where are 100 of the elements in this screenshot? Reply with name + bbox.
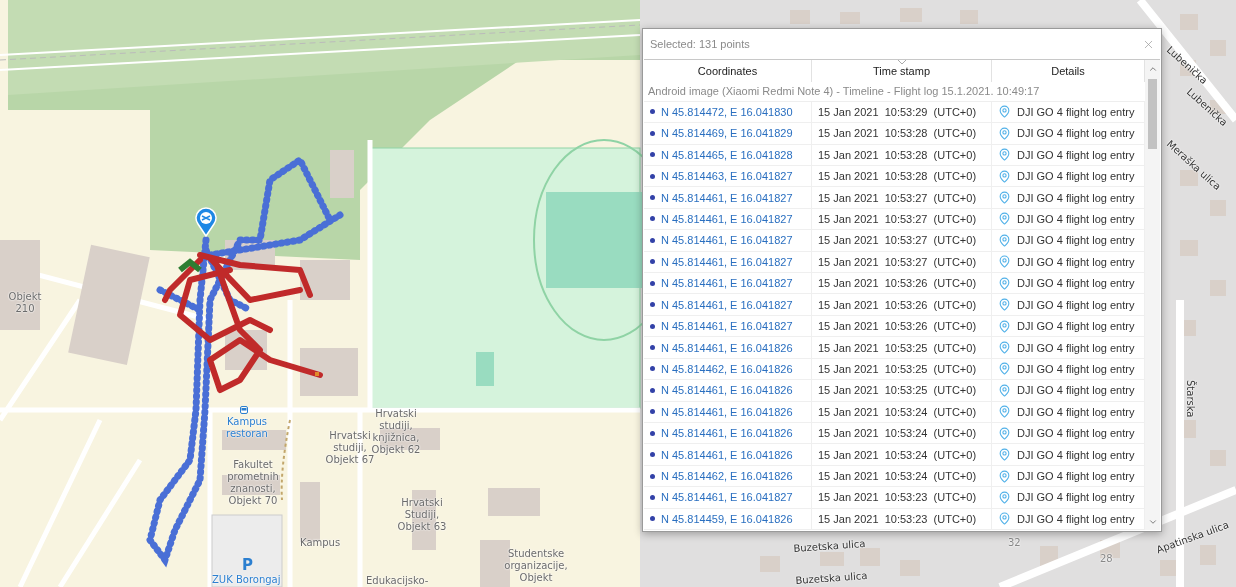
location-pin-icon	[998, 255, 1011, 269]
coordinates-link[interactable]: N 45.814461, E 16.041827	[661, 212, 793, 225]
location-pin-icon	[998, 233, 1011, 247]
location-pin-icon	[998, 191, 1011, 205]
timestamp-cell: 15 Jan 2021 10:53:27 (UTC+0)	[818, 191, 977, 204]
details-cell: DJI GO 4 flight log entry	[1017, 362, 1135, 375]
coordinates-link[interactable]: N 45.814461, E 16.041826	[661, 341, 793, 354]
coordinates-link[interactable]: N 45.814461, E 16.041826	[661, 427, 793, 440]
location-pin-icon	[998, 276, 1011, 290]
point-dot-icon	[650, 109, 655, 115]
street-label: Buzetska ulica	[795, 569, 868, 587]
coordinates-link[interactable]: N 45.814461, E 16.041827	[661, 320, 793, 333]
timestamp-cell: 15 Jan 2021 10:53:24 (UTC+0)	[818, 427, 977, 440]
details-cell: DJI GO 4 flight log entry	[1017, 448, 1135, 461]
details-cell: DJI GO 4 flight log entry	[1017, 384, 1135, 397]
timestamp-cell: 15 Jan 2021 10:53:28 (UTC+0)	[818, 170, 977, 183]
drone-marker-icon[interactable]	[195, 207, 217, 237]
details-cell: DJI GO 4 flight log entry	[1017, 170, 1135, 183]
parking-sign: P	[242, 556, 253, 574]
coordinates-link[interactable]: N 45.814461, E 16.041827	[661, 277, 793, 290]
coordinates-link[interactable]: N 45.814461, E 16.041826	[661, 405, 793, 418]
group-header: Android image (Xiaomi Redmi Note 4) - Timeline - Flight log 15.1.2021. 10:49:17	[644, 81, 1145, 102]
coordinates-link[interactable]: N 45.814465, E 16.041828	[661, 148, 793, 161]
timestamp-cell: 15 Jan 2021 10:53:24 (UTC+0)	[818, 448, 977, 461]
details-cell: DJI GO 4 flight log entry	[1017, 191, 1135, 204]
coordinates-link[interactable]: N 45.814462, E 16.041826	[661, 362, 793, 375]
coordinates-link[interactable]: N 45.814461, E 16.041826	[661, 384, 793, 397]
house-number: 28	[1100, 553, 1113, 565]
coordinates-link[interactable]: N 45.814461, E 16.041827	[661, 255, 793, 268]
details-cell: DJI GO 4 flight log entry	[1017, 234, 1135, 247]
point-dot-icon	[650, 366, 655, 372]
location-pin-icon	[998, 383, 1011, 397]
sort-caret-icon	[896, 60, 907, 65]
timestamp-cell: 15 Jan 2021 10:53:28 (UTC+0)	[818, 127, 977, 140]
point-dot-icon	[650, 216, 655, 222]
point-dot-icon	[650, 409, 655, 415]
timestamp-cell: 15 Jan 2021 10:53:24 (UTC+0)	[818, 405, 977, 418]
popup-title: Selected: 131 points	[650, 38, 750, 50]
details-cell: DJI GO 4 flight log entry	[1017, 277, 1135, 290]
point-dot-icon	[650, 516, 655, 522]
timestamp-cell: 15 Jan 2021 10:53:26 (UTC+0)	[818, 277, 977, 290]
timestamp-cell: 15 Jan 2021 10:53:23 (UTC+0)	[818, 512, 977, 525]
location-pin-icon	[998, 298, 1011, 312]
timestamp-cell: 15 Jan 2021 10:53:25 (UTC+0)	[818, 384, 977, 397]
place-label: Studentske organizacije, Objekt	[503, 548, 569, 584]
timestamp-cell: 15 Jan 2021 10:53:27 (UTC+0)	[818, 234, 977, 247]
coordinates-link[interactable]: N 45.814461, E 16.041827	[661, 234, 793, 247]
poi-label: Kampus restoran	[225, 416, 269, 440]
place-label: Objekt 210	[7, 291, 43, 315]
location-pin-icon	[998, 169, 1011, 183]
timestamp-cell: 15 Jan 2021 10:53:25 (UTC+0)	[818, 362, 977, 375]
timestamp-cell: 15 Jan 2021 10:53:28 (UTC+0)	[818, 148, 977, 161]
street-label: Buzetska ulica	[793, 537, 866, 555]
location-pin-icon	[998, 469, 1011, 483]
timestamp-cell: 15 Jan 2021 10:53:29 (UTC+0)	[818, 105, 977, 118]
scroll-thumb[interactable]	[1148, 79, 1157, 149]
coordinates-link[interactable]: N 45.814459, E 16.041826	[661, 512, 793, 525]
coordinates-link[interactable]: N 45.814461, E 16.041826	[661, 448, 793, 461]
coordinates-link[interactable]: N 45.814463, E 16.041827	[661, 170, 793, 183]
point-dot-icon	[650, 152, 655, 158]
timestamp-cell: 15 Jan 2021 10:53:26 (UTC+0)	[818, 298, 977, 311]
location-pin-icon	[998, 319, 1011, 333]
timestamp-cell: 15 Jan 2021 10:53:23 (UTC+0)	[818, 491, 977, 504]
point-dot-icon	[650, 473, 655, 479]
point-dot-icon	[650, 237, 655, 243]
coordinates-link[interactable]: N 45.814461, E 16.041827	[661, 491, 793, 504]
coordinates-link[interactable]: N 45.814461, E 16.041827	[661, 298, 793, 311]
place-label: Fakultet prometnih znanosti, Objekt 70	[226, 459, 280, 507]
details-cell: DJI GO 4 flight log entry	[1017, 405, 1135, 418]
point-dot-icon	[650, 345, 655, 350]
place-label: Edukacijsko-	[366, 575, 429, 587]
point-dot-icon	[650, 494, 655, 500]
poi-label: ZUK Borongaj	[212, 574, 281, 586]
coordinates-link[interactable]: N 45.814462, E 16.041826	[661, 470, 793, 483]
details-cell: DJI GO 4 flight log entry	[1017, 491, 1135, 504]
point-dot-icon	[650, 195, 655, 201]
details-cell: DJI GO 4 flight log entry	[1017, 470, 1135, 483]
coordinates-link[interactable]: N 45.814469, E 16.041829	[661, 127, 793, 140]
location-pin-icon	[998, 448, 1011, 462]
location-pin-icon	[998, 148, 1011, 162]
details-cell: DJI GO 4 flight log entry	[1017, 427, 1135, 440]
location-pin-icon	[998, 512, 1011, 526]
timestamp-cell: 15 Jan 2021 10:53:24 (UTC+0)	[818, 470, 977, 483]
timestamp-cell: 15 Jan 2021 10:53:26 (UTC+0)	[818, 320, 977, 333]
scrollbar[interactable]	[1145, 60, 1160, 530]
point-dot-icon	[650, 387, 655, 393]
place-label: Kampus	[300, 537, 341, 549]
point-dot-icon	[650, 130, 655, 136]
coordinates-link[interactable]: N 45.814472, E 16.041830	[661, 105, 793, 118]
details-cell: DJI GO 4 flight log entry	[1017, 105, 1135, 118]
details-cell: DJI GO 4 flight log entry	[1017, 512, 1135, 525]
location-pin-icon	[998, 126, 1011, 140]
timestamp-cell: 15 Jan 2021 10:53:27 (UTC+0)	[818, 255, 977, 268]
coordinates-link[interactable]: N 45.814461, E 16.041827	[661, 191, 793, 204]
timestamp-cell: 15 Jan 2021 10:53:25 (UTC+0)	[818, 341, 977, 354]
location-pin-icon	[998, 362, 1011, 376]
details-cell: DJI GO 4 flight log entry	[1017, 298, 1135, 311]
location-pin-icon	[998, 426, 1011, 440]
timestamp-cell: 15 Jan 2021 10:53:27 (UTC+0)	[818, 212, 977, 225]
location-pin-icon	[998, 341, 1011, 354]
